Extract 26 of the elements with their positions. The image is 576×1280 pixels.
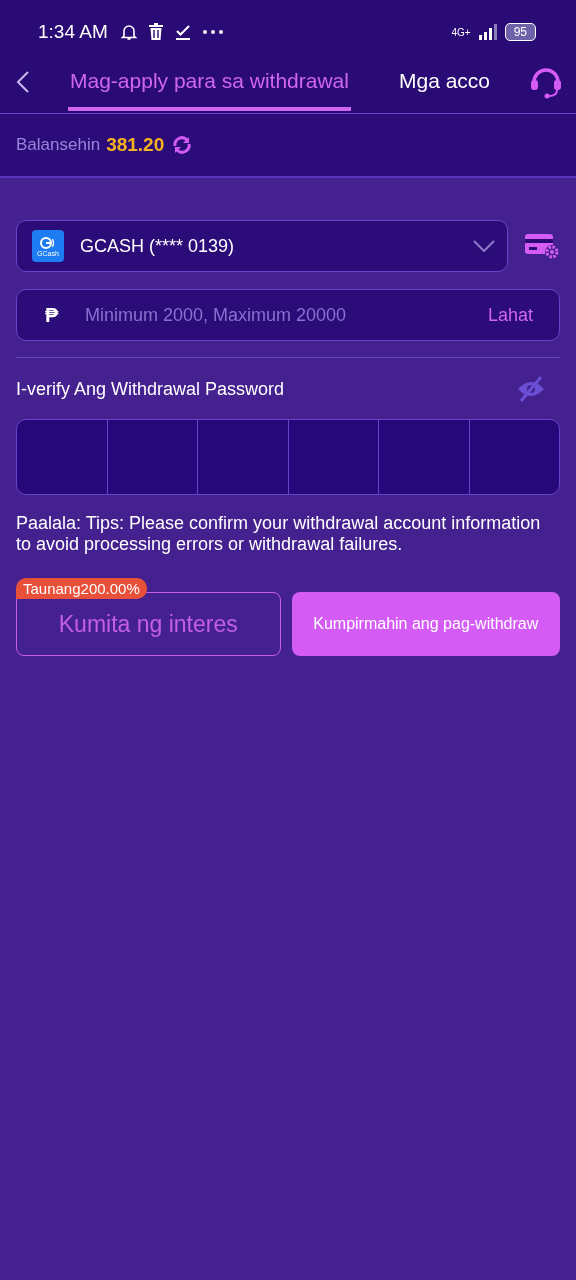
network-label: 4G+	[451, 26, 471, 38]
back-icon	[16, 71, 30, 93]
card-gear-icon	[524, 232, 560, 260]
eye-slash-icon[interactable]	[516, 376, 546, 402]
balance-label: Balansehin	[16, 135, 101, 155]
all-button[interactable]: Lahat	[487, 304, 533, 326]
battery-indicator: 95	[504, 23, 536, 41]
check-icon	[173, 23, 192, 41]
bell-icon	[119, 23, 138, 41]
currency-symbol: ₱	[45, 303, 60, 327]
wallet-g-icon	[40, 235, 56, 250]
card-settings-button[interactable]	[524, 232, 560, 260]
signal-icon	[476, 24, 499, 40]
account-name: GCASH (**** 0139)	[80, 235, 236, 257]
trash-icon	[147, 23, 164, 41]
tab[interactable]: Mga acco	[396, 64, 492, 106]
rate-badge: Taunang200.00%	[16, 578, 147, 599]
status-time: 1:34 AM	[38, 21, 108, 43]
more-icon	[201, 29, 224, 35]
chevron-down-icon	[473, 240, 495, 252]
balance-amount: 381.20	[106, 134, 165, 156]
confirm-button[interactable]: Kumpirmahin ang pag-withdraw	[291, 592, 560, 656]
amount-field[interactable]: ₱ Minimum 2000, Maximum 20000 Lahat	[16, 289, 560, 341]
tip-text: Paalala: Tips: Please confirm your withdrawal account information to avoid processing errors or withdrawal failures.	[16, 513, 542, 555]
password-label: I-verify Ang Withdrawal Password	[16, 378, 285, 400]
password-input[interactable]	[16, 419, 560, 495]
